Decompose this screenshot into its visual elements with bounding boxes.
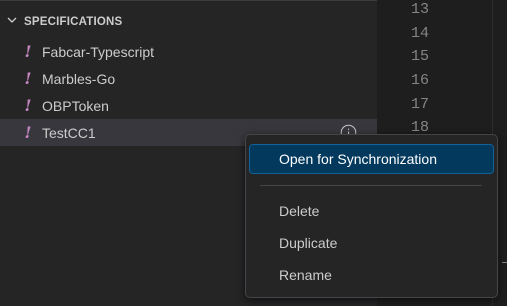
tree-item-obptoken[interactable]: ! OBPToken: [0, 92, 377, 119]
menu-item-label: Rename: [279, 267, 332, 283]
line-number: 15: [410, 48, 429, 65]
tree-item-label: OBPToken: [42, 97, 109, 114]
tree-item-fabcar-typescript[interactable]: ! Fabcar-Typescript: [0, 38, 377, 65]
panel-divider: [0, 0, 377, 1]
menu-item-delete[interactable]: Delete: [250, 197, 493, 225]
chevron-down-icon: [7, 17, 17, 23]
specification-icon: !: [24, 123, 32, 142]
specification-icon: !: [24, 69, 32, 88]
tree-item-label: Fabcar-Typescript: [42, 43, 155, 60]
line-number: 13: [410, 1, 429, 18]
specification-icon: !: [24, 42, 32, 61]
scroll-indicator: [502, 262, 507, 263]
menu-separator: [260, 185, 482, 186]
menu-item-open-for-synchronization[interactable]: Open for Synchronization: [249, 144, 494, 174]
menu-item-label: Delete: [279, 203, 320, 219]
menu-item-label: Duplicate: [279, 235, 338, 251]
specifications-section-header[interactable]: SPECIFICATIONS: [0, 11, 377, 33]
menu-item-duplicate[interactable]: Duplicate: [250, 229, 493, 257]
tree-item-marbles-go[interactable]: ! Marbles-Go: [0, 65, 377, 92]
tree-item-label: Marbles-Go: [42, 70, 116, 87]
menu-item-label: Open for Synchronization: [279, 151, 437, 167]
context-menu: Open for Synchronization Delete Duplicat…: [245, 134, 498, 298]
line-number: 16: [410, 72, 429, 89]
menu-item-rename[interactable]: Rename: [250, 261, 493, 289]
tree-item-label: TestCC1: [42, 124, 96, 141]
vscode-window: SPECIFICATIONS ! Fabcar-Typescript ! Mar…: [0, 0, 507, 306]
specification-icon: !: [24, 96, 32, 115]
section-title: SPECIFICATIONS: [24, 16, 123, 28]
line-number: 17: [410, 96, 429, 113]
line-number: 14: [410, 25, 429, 42]
